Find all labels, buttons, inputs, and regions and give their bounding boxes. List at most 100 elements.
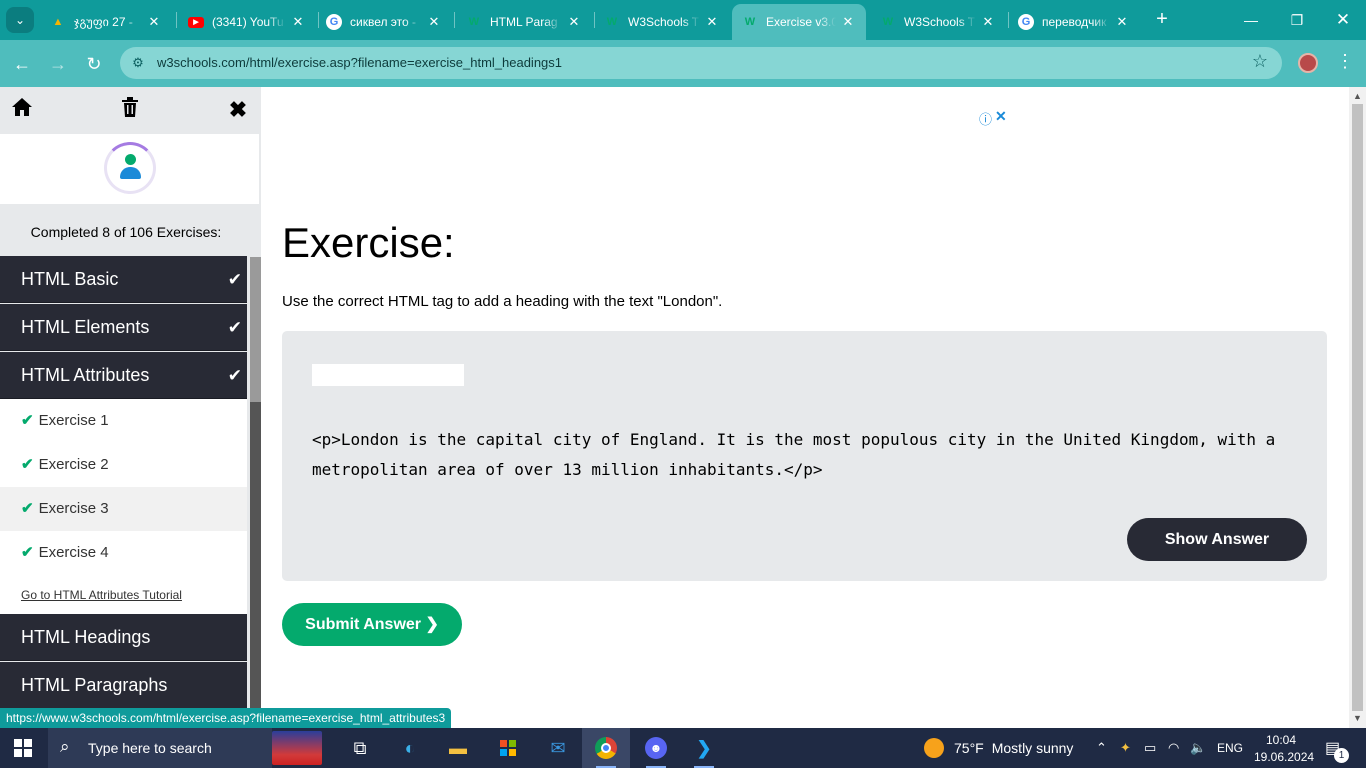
section-html-elements[interactable]: HTML Elements ✔ (0, 304, 247, 351)
windows-taskbar: ⌕ Type here to search ⧉ ◐ ▬ ✉ ☻ ❯ 75°F M… (0, 728, 1366, 768)
weather-text: Mostly sunny (991, 740, 1074, 756)
browser-tab[interactable]: W HTML Parag ✕ (456, 4, 592, 40)
browser-tab[interactable]: W W3Schools T ✕ (870, 4, 1006, 40)
close-icon[interactable]: ✖ (225, 97, 251, 123)
kebab-menu-icon[interactable]: ⋮ (1336, 51, 1354, 72)
security-tray-icon[interactable]: ✦ (1120, 740, 1131, 756)
scroll-up-arrow-icon[interactable]: ▲ (1353, 91, 1362, 101)
new-tab-plus-icon[interactable]: + (1151, 8, 1173, 30)
forward-arrow-icon[interactable]: → (44, 50, 72, 78)
scroll-down-arrow-icon[interactable]: ▼ (1353, 713, 1362, 723)
green-checkmark-icon: ✔ (21, 412, 34, 429)
section-label: HTML Elements (21, 317, 150, 337)
tab-close-icon[interactable]: ✕ (290, 14, 306, 30)
exercise-label: Exercise 4 (38, 544, 109, 561)
section-html-basic[interactable]: HTML Basic ✔ (0, 256, 247, 303)
exercise-instruction: Use the correct HTML tag to add a headin… (282, 293, 723, 310)
tutorial-link[interactable]: Go to HTML Attributes Tutorial (21, 588, 182, 602)
tab-title: ჯგუფი 27 - (74, 15, 133, 29)
page-scrollbar[interactable]: ▲ ▼ (1349, 87, 1366, 728)
address-bar[interactable]: ⚙ w3schools.com/html/exercise.asp?filena… (120, 47, 1282, 79)
file-explorer-icon[interactable]: ▬ (434, 728, 482, 768)
language-indicator[interactable]: ENG (1217, 741, 1243, 755)
browser-tab[interactable]: G переводчик ✕ (1008, 4, 1140, 40)
tab-search-chevron-icon[interactable]: ⌄ (6, 7, 34, 33)
tab-close-icon[interactable]: ✕ (1114, 14, 1130, 30)
url-text[interactable]: w3schools.com/html/exercise.asp?filename… (157, 55, 562, 70)
checkmark-icon: ✔ (227, 318, 242, 337)
weather-temp: 75°F (954, 740, 984, 756)
browser-tab[interactable]: ▶ (3341) YouTu ✕ (178, 4, 316, 40)
battery-icon[interactable]: ▭ (1144, 740, 1156, 756)
ad-close-icon[interactable]: ✕ (995, 108, 1007, 125)
tab-close-icon[interactable]: ✕ (566, 14, 582, 30)
bookmark-star-icon[interactable]: ☆ (1252, 51, 1268, 72)
exercise-item[interactable]: ✔ Exercise 3 (0, 487, 247, 531)
page-scrollbar-thumb[interactable] (1352, 104, 1363, 711)
browser-tab-active[interactable]: W Exercise v3.0 ✕ (732, 4, 866, 40)
browser-tab-strip: ⌄ ▲ ჯგუფი 27 - ✕ ▶ (3341) YouTu ✕ G сикв… (0, 0, 1366, 40)
section-label: HTML Headings (21, 627, 151, 647)
volume-icon[interactable]: 🔈 (1190, 740, 1206, 756)
search-highlight-image[interactable] (272, 731, 322, 765)
clock-date[interactable]: 19.06.2024 (1254, 750, 1314, 764)
exercise-main: ⓘ ✕ Exercise: Use the correct HTML tag t… (261, 87, 1349, 728)
tab-title: HTML Parag (490, 15, 558, 29)
exercise-list: ✔ Exercise 1 ✔ Exercise 2 ✔ Exercise 3 ✔ Exe… (0, 399, 247, 614)
reload-icon[interactable]: ↻ (80, 50, 108, 78)
section-html-headings[interactable]: HTML Headings (0, 614, 247, 661)
section-html-attributes[interactable]: HTML Attributes ✔ (0, 352, 247, 399)
browser-tab[interactable]: W W3Schools T ✕ (594, 4, 730, 40)
show-answer-button[interactable]: Show Answer (1127, 518, 1307, 561)
exercise-item[interactable]: ✔ Exercise 1 (0, 399, 247, 443)
tab-close-icon[interactable]: ✕ (840, 14, 856, 30)
search-icon: ⌕ (60, 737, 70, 756)
browser-tab[interactable]: ▲ ჯგუფი 27 - ✕ (40, 4, 172, 40)
trash-icon[interactable] (117, 97, 143, 123)
exercise-item[interactable]: ✔ Exercise 2 (0, 443, 247, 487)
tab-title: Exercise v3.0 (766, 15, 836, 29)
window-close-icon[interactable]: ✕ (1328, 8, 1358, 32)
exercise-item[interactable]: ✔ Exercise 4 (0, 531, 247, 575)
w3schools-icon: W (606, 16, 618, 28)
tab-close-icon[interactable]: ✕ (426, 14, 442, 30)
w3schools-icon: W (882, 16, 894, 28)
profile-avatar[interactable] (1298, 53, 1318, 73)
back-arrow-icon[interactable]: ← (8, 50, 36, 78)
mail-icon[interactable]: ✉ (534, 728, 582, 768)
wifi-icon[interactable]: ◠ (1168, 740, 1179, 756)
weather-widget[interactable]: 75°F Mostly sunny (924, 738, 1073, 758)
tab-title: W3Schools T (904, 15, 976, 29)
taskbar-search[interactable]: ⌕ Type here to search (48, 728, 272, 768)
task-view-icon[interactable]: ⧉ (336, 728, 384, 768)
sidebar-scrollbar-thumb[interactable] (250, 257, 261, 402)
vscode-icon[interactable]: ❯ (680, 728, 728, 768)
restore-icon[interactable]: ❐ (1282, 8, 1312, 32)
discord-icon[interactable]: ☻ (632, 728, 680, 768)
show-hidden-icons-chevron-icon[interactable]: ⌃ (1096, 740, 1107, 756)
tab-title: переводчик (1042, 15, 1107, 29)
section-html-paragraphs[interactable]: HTML Paragraphs (0, 662, 247, 709)
browser-tab[interactable]: G сиквел это - ✕ (316, 4, 452, 40)
chrome-icon[interactable] (582, 728, 630, 768)
ad-info-icon[interactable]: ⓘ (979, 109, 992, 128)
tab-close-icon[interactable]: ✕ (980, 14, 996, 30)
clock-time[interactable]: 10:04 (1266, 733, 1296, 747)
code-box: <p>London is the capital city of England… (282, 331, 1327, 581)
completed-count: Completed 8 of 106 Exercises: (30, 224, 222, 240)
user-avatar-icon (104, 142, 156, 194)
edge-icon[interactable]: ◐ (386, 728, 434, 768)
tab-title: W3Schools T (628, 15, 700, 29)
home-icon[interactable] (9, 97, 35, 123)
answer-input[interactable] (312, 364, 464, 386)
green-checkmark-icon: ✔ (21, 500, 34, 517)
tab-close-icon[interactable]: ✕ (704, 14, 720, 30)
windows-start-icon[interactable] (14, 739, 32, 757)
microsoft-store-icon[interactable] (484, 728, 532, 768)
minimize-icon[interactable]: — (1236, 8, 1266, 32)
youtube-icon: ▶ (188, 14, 204, 30)
site-info-icon[interactable]: ⚙ (128, 53, 148, 73)
tab-separator (454, 12, 455, 28)
submit-answer-button[interactable]: Submit Answer ❯ (282, 603, 462, 646)
tab-close-icon[interactable]: ✕ (146, 14, 162, 30)
